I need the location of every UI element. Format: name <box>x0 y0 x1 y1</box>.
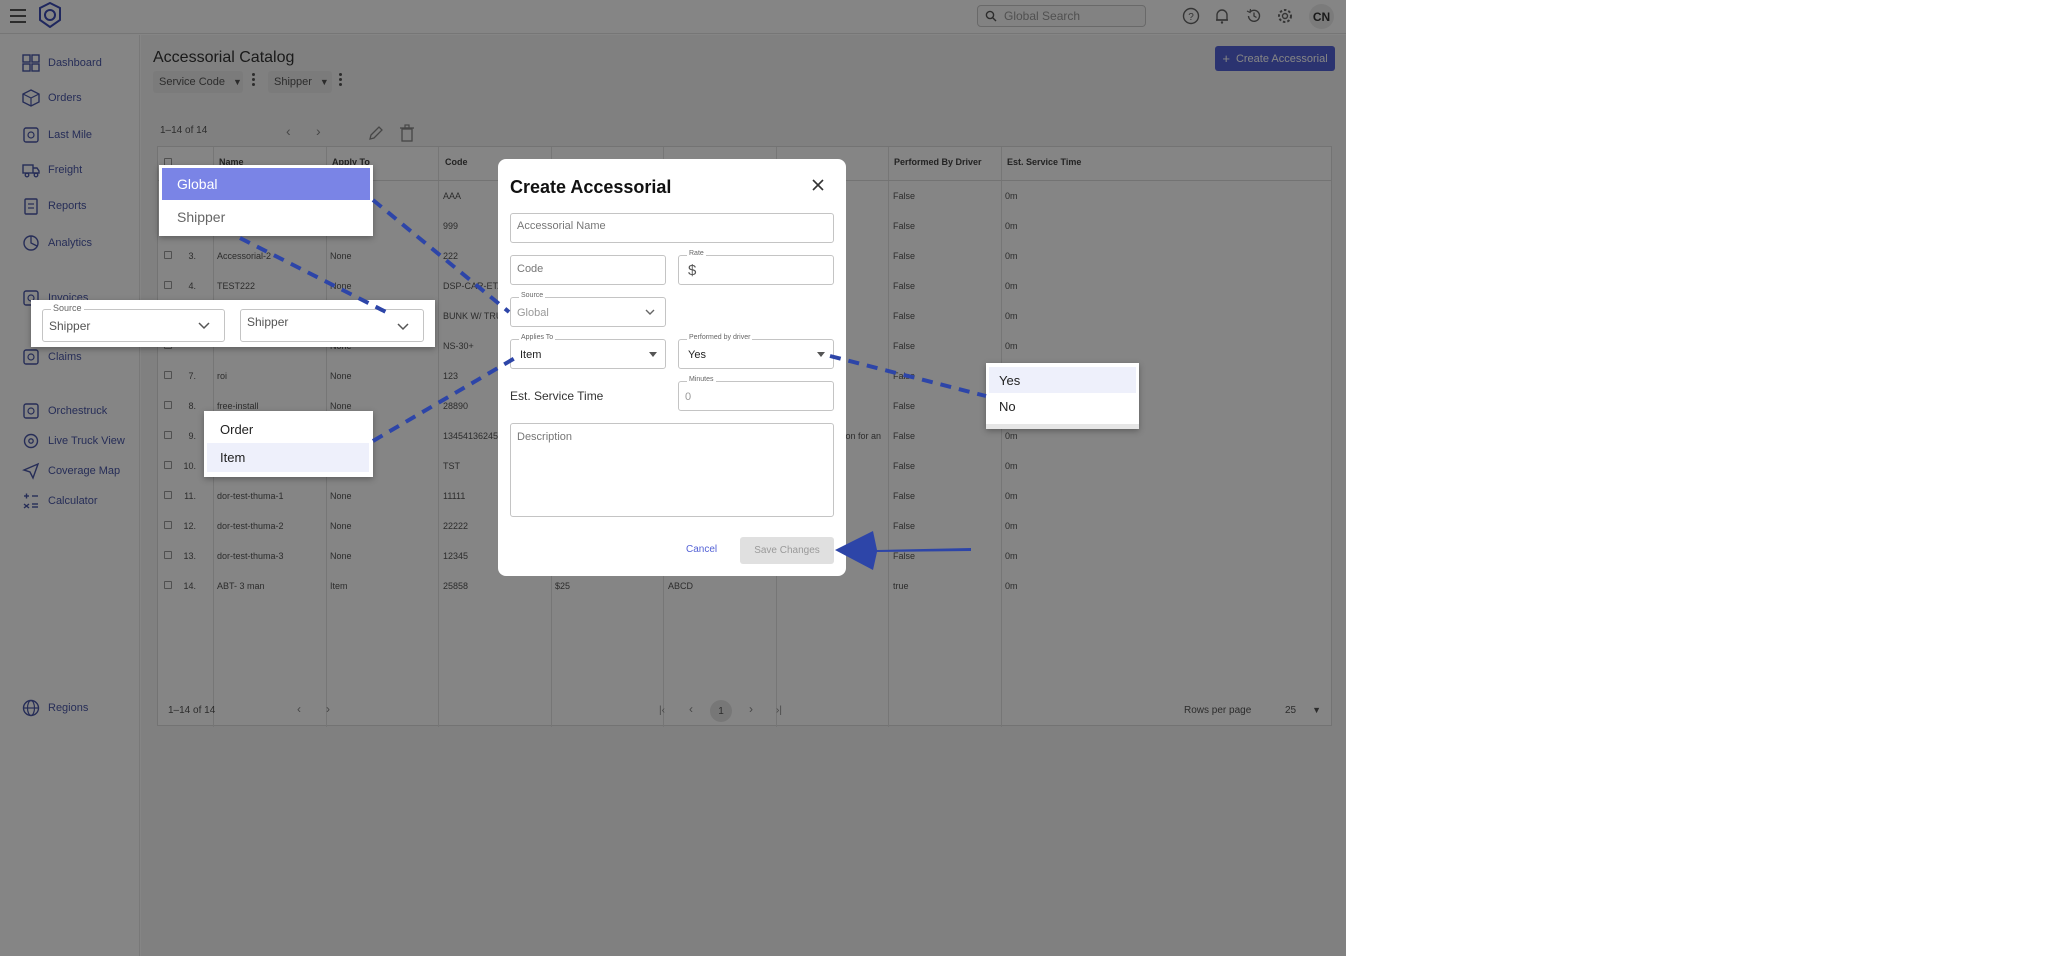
arrow-pointer-icon <box>835 531 971 570</box>
app-window: ? CN DashboardOrdersLast MileFreightRepo… <box>0 0 1346 956</box>
connector-source-options <box>371 198 511 314</box>
connector-source-shipper <box>239 236 391 316</box>
annotation-connectors <box>239 198 987 570</box>
connector-driver <box>829 354 987 398</box>
connector-applies-to <box>371 356 517 443</box>
